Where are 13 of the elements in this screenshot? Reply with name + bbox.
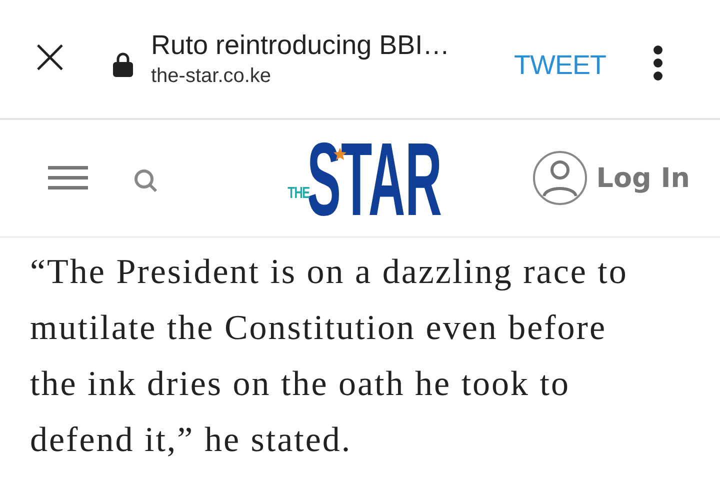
article-paragraph: “The President is on a dazzling race to mutilate the Constitution even before the ink dries on the oath he took to defend it,” he stated. <box>29 251 629 461</box>
tweet-button[interactable]: TWEET <box>514 50 606 80</box>
menu-icon[interactable] <box>48 166 88 190</box>
logo-text: THE <box>288 185 310 202</box>
close-button[interactable]: × <box>24 31 76 87</box>
search-icon[interactable] <box>133 168 159 194</box>
page-title: Ruto reintroducing BBI… <box>151 30 451 61</box>
more-options-icon[interactable] <box>652 45 664 81</box>
logo-wordmark: STAR <box>307 139 441 219</box>
login-button[interactable]: Log In <box>532 150 690 206</box>
lock-icon <box>112 52 134 78</box>
user-icon <box>532 150 588 206</box>
page-url: the-star.co.ke <box>151 65 272 88</box>
